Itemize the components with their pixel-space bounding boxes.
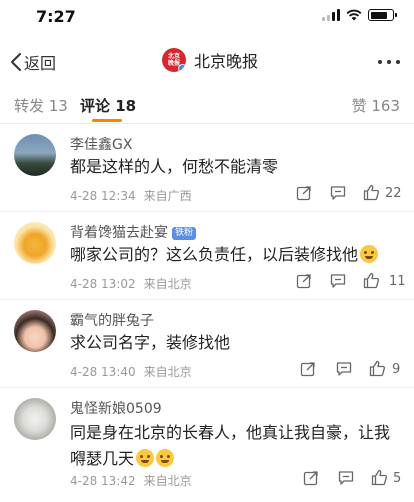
avatar[interactable]	[14, 134, 56, 176]
avatar[interactable]	[14, 222, 56, 264]
comment-meta: 4-28 13:40 来自北京	[70, 363, 200, 380]
comment-text: 求公司名字，装修找他	[70, 333, 231, 352]
proud-emoji-icon	[136, 449, 155, 467]
like-count: 11	[389, 274, 406, 289]
comment-username-text: 背着馋猫去赴宴	[70, 225, 168, 241]
comment-text-body: 哪家公司的？这么负责任，以后装修找他	[70, 245, 359, 264]
battery-icon	[368, 9, 397, 21]
share-icon[interactable]	[296, 185, 312, 201]
comment-meta: 4-28 13:42 来自北京	[70, 472, 200, 489]
share-icon[interactable]	[303, 470, 319, 486]
comment-item: 鬼怪新娘0509 同是身在北京的长春人，他真让我自豪，让我嘚瑟几天 4-28 1…	[0, 388, 414, 502]
comment-username[interactable]: 霸气的胖兔子	[70, 310, 154, 330]
share-icon[interactable]	[296, 273, 312, 289]
comment-meta: 4-28 13:02 来自北京	[70, 275, 200, 292]
like-count: 9	[392, 362, 401, 377]
comment-username[interactable]: 背着馋猫去赴宴 铁粉	[70, 222, 197, 242]
like-count: 22	[385, 186, 402, 201]
comment-location: 来自北京	[143, 365, 192, 379]
comment-username[interactable]: 李佳鑫GX	[70, 134, 132, 154]
wifi-icon	[346, 9, 362, 21]
account-logo: 北京 晚报	[162, 48, 186, 72]
comment-text: 哪家公司的？这么负责任，以后装修找他	[70, 242, 400, 268]
status-time: 7:27	[36, 7, 76, 26]
comment-text-body: 同是身在北京的长春人，他真让我自豪，让我嘚瑟几天	[70, 423, 391, 468]
like-count: 5	[393, 471, 402, 486]
back-button[interactable]: 返回	[10, 50, 56, 74]
comment-location: 来自北京	[143, 277, 192, 291]
comment-location: 来自广西	[143, 189, 192, 203]
comment-item: 霸气的胖兔子 求公司名字，装修找他 4-28 13:40 来自北京 9	[0, 300, 414, 388]
comment-username[interactable]: 鬼怪新娘0509	[70, 398, 162, 418]
tab-like[interactable]: 赞 163	[352, 95, 400, 116]
more-dots-icon[interactable]	[378, 60, 400, 64]
active-tab-indicator	[92, 119, 122, 122]
fan-badge: 铁粉	[172, 227, 197, 240]
proud-emoji-icon	[156, 449, 175, 467]
avatar[interactable]	[14, 310, 56, 352]
comment-date: 4-28 12:34	[70, 189, 136, 203]
comment-icon[interactable]	[330, 273, 346, 289]
account-name: 北京晚报	[194, 52, 259, 71]
tab-comment[interactable]: 评论 18	[80, 95, 136, 116]
chevron-left-icon	[11, 53, 21, 71]
comment-item: 背着馋猫去赴宴 铁粉 哪家公司的？这么负责任，以后装修找他 4-28 13:02 来…	[0, 212, 414, 300]
comment-icon[interactable]	[338, 470, 354, 486]
tab-repost[interactable]: 转发 13	[14, 95, 68, 116]
status-bar: 7:27	[0, 0, 414, 36]
tab-bar: 转发 13 评论 18 赞 163	[0, 84, 414, 124]
cellular-signal-icon	[322, 9, 340, 21]
comment-meta: 4-28 12:34 来自广西	[70, 187, 200, 204]
thumbs-up-icon[interactable]	[363, 272, 380, 289]
thumbs-up-icon[interactable]	[369, 360, 386, 377]
comment-date: 4-28 13:42	[70, 474, 136, 488]
thumbs-up-icon[interactable]	[371, 469, 388, 486]
avatar[interactable]	[14, 398, 56, 440]
comment-text: 同是身在北京的长春人，他真让我自豪，让我嘚瑟几天	[70, 420, 400, 472]
thumbs-up-icon[interactable]	[363, 184, 380, 201]
back-label: 返回	[24, 54, 57, 73]
comment-date: 4-28 13:40	[70, 365, 136, 379]
comment-location: 来自北京	[143, 474, 192, 488]
comment-icon[interactable]	[330, 185, 346, 201]
verified-badge-icon	[178, 64, 186, 72]
comment-item: 李佳鑫GX 都是这样的人，何愁不能清零 4-28 12:34 来自广西 22	[0, 124, 414, 212]
comment-icon[interactable]	[336, 361, 352, 377]
share-icon[interactable]	[300, 361, 316, 377]
status-icons	[322, 9, 397, 21]
comment-date: 4-28 13:02	[70, 277, 136, 291]
comment-text: 都是这样的人，何愁不能清零	[70, 157, 279, 176]
account-header[interactable]: 北京 晚报 北京晚报	[162, 48, 258, 72]
navigation-bar: 返回 北京 晚报 北京晚报	[0, 40, 414, 84]
laughing-emoji-icon	[360, 245, 379, 263]
